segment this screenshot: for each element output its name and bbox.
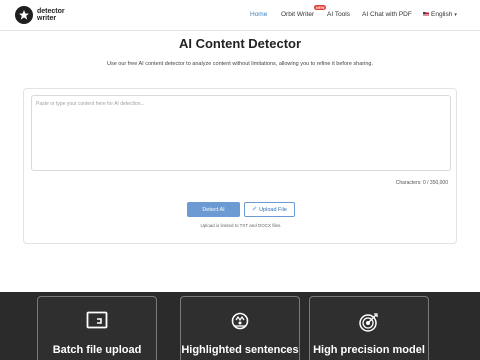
feature-highlighted-sentences: Highlighted sentences [180, 296, 300, 360]
nav-ai-tools[interactable]: AI Tools [327, 11, 350, 18]
target-icon [358, 311, 380, 338]
feature-high-precision: High precision model [309, 296, 429, 360]
language-selector[interactable]: English ▾ [423, 11, 457, 18]
page-title: AI Content Detector [178, 36, 302, 51]
features-band: Batch file upload Highlighted sentences … [0, 292, 480, 360]
feature-batch-upload: Batch file upload [37, 296, 157, 360]
content-input[interactable] [31, 95, 451, 171]
us-flag-icon [423, 12, 429, 17]
logo-line1: detector [37, 8, 65, 15]
feature-label: High precision model [313, 344, 425, 356]
logo-line2: writer [37, 15, 57, 22]
nav-home[interactable]: Home [250, 11, 267, 18]
language-label: English [431, 11, 453, 18]
highlight-icon [230, 311, 250, 336]
feature-label: Highlighted sentences [181, 344, 299, 356]
folder-icon [86, 311, 108, 334]
link-icon [252, 206, 257, 213]
logo-text: detector writer [37, 8, 65, 22]
detect-ai-label: Detect AI [202, 206, 225, 213]
chevron-down-icon: ▾ [454, 12, 457, 18]
nav-orbit-writer[interactable]: Orbit Writer [281, 11, 314, 18]
upload-note: Upload is limited to TXT and DOCX files. [200, 223, 282, 228]
new-badge: NEW [314, 5, 327, 10]
page-subtitle: Use our free AI content detector to anal… [107, 61, 373, 67]
nav-ai-chat-pdf[interactable]: AI Chat with PDF [362, 11, 412, 18]
logo-star-icon [15, 6, 33, 24]
feature-label: Batch file upload [52, 344, 142, 356]
top-navbar: detector writer Home Orbit Writer NEW AI… [0, 0, 480, 31]
detect-ai-button[interactable]: Detect AI [187, 202, 240, 217]
logo[interactable]: detector writer [15, 6, 65, 24]
detector-card: Characters: 0 / 350,000 Detect AI Upload… [23, 88, 457, 244]
upload-file-label: Upload File [259, 206, 287, 213]
upload-file-button[interactable]: Upload File [244, 202, 295, 217]
character-counter: Characters: 0 / 350,000 [395, 180, 448, 186]
